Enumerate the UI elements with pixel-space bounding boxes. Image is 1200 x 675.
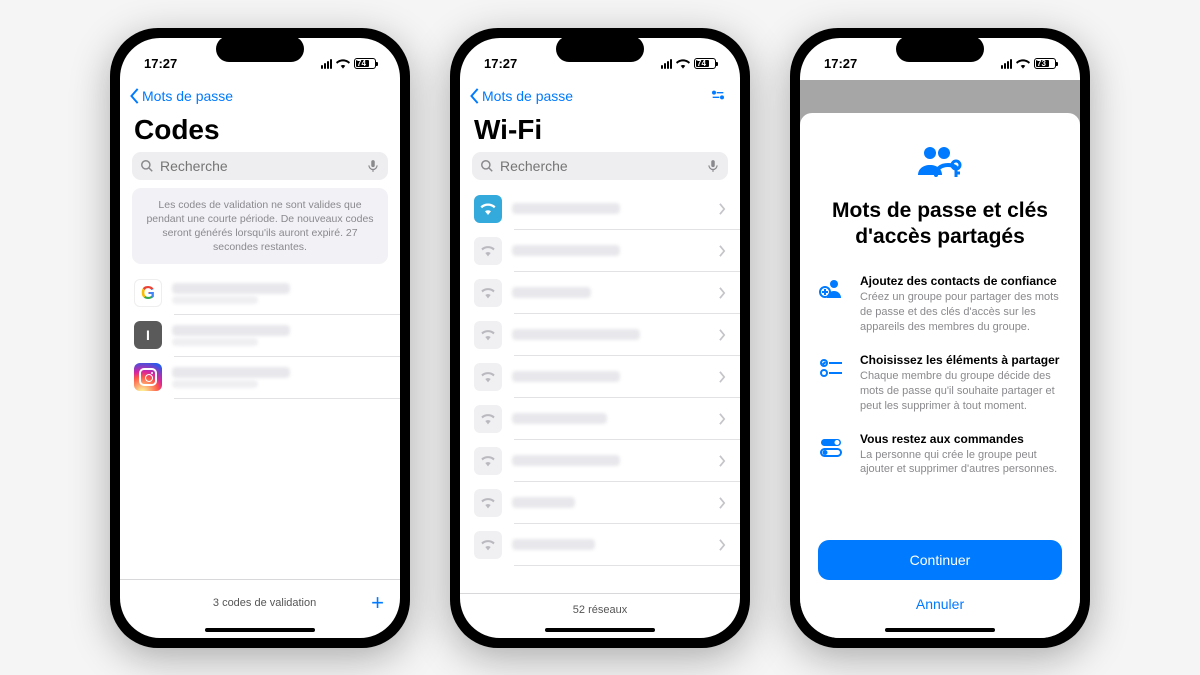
chevron-right-icon (719, 539, 726, 551)
search-bar[interactable] (472, 152, 728, 180)
wifi-network-icon (474, 237, 502, 265)
phone-codes: 17:27 74 Mots de passe Codes Les codes d (110, 28, 410, 648)
nav-bar: Mots de passe (460, 80, 740, 112)
search-icon (140, 159, 154, 173)
list-item[interactable] (460, 272, 740, 314)
chevron-left-icon (130, 88, 140, 104)
footer-text: 52 réseaux (476, 604, 724, 616)
wifi-active-icon (474, 195, 502, 223)
feature-heading: Ajoutez des contacts de confiance (860, 274, 1062, 288)
home-indicator[interactable] (205, 628, 315, 632)
toolbar: 52 réseaux (460, 593, 740, 626)
mic-icon[interactable] (366, 159, 380, 173)
feature-body: Chaque membre du groupe décide des mots … (860, 369, 1062, 414)
chevron-right-icon (719, 245, 726, 257)
battery-icon: 74 (694, 58, 716, 69)
mic-icon[interactable] (706, 159, 720, 173)
toggles-icon (818, 432, 846, 460)
footer-text: 3 codes de validation (158, 597, 371, 609)
wifi-network-icon (474, 489, 502, 517)
add-button[interactable]: + (371, 590, 384, 616)
list-item[interactable] (460, 230, 740, 272)
list-item[interactable] (120, 356, 400, 398)
chevron-right-icon (719, 203, 726, 215)
search-bar[interactable] (132, 152, 388, 180)
chevron-right-icon (719, 497, 726, 509)
notch (896, 36, 984, 62)
list-item[interactable] (460, 188, 740, 230)
status-time: 17:27 (144, 56, 177, 71)
cancel-button[interactable]: Annuler (818, 584, 1062, 624)
modal-sheet: Mots de passe et clés d'accès partagés A… (800, 113, 1080, 638)
cellular-icon (321, 59, 332, 69)
chevron-right-icon (719, 413, 726, 425)
chevron-right-icon (719, 329, 726, 341)
page-title: Wi-Fi (460, 112, 740, 152)
toolbar: 3 codes de validation + (120, 579, 400, 626)
feature-body: Créez un groupe pour partager des mots d… (860, 290, 1062, 335)
feature-row: Vous restez aux commandes La personne qu… (818, 432, 1062, 478)
shared-key-icon (818, 143, 1062, 184)
chevron-left-icon (470, 88, 480, 104)
wifi-list (460, 188, 740, 593)
chevron-right-icon (719, 287, 726, 299)
back-label: Mots de passe (482, 88, 573, 104)
back-label: Mots de passe (142, 88, 233, 104)
instagram-icon (134, 363, 162, 391)
app-icon: I (134, 321, 162, 349)
wifi-icon (676, 57, 690, 71)
wifi-network-icon (474, 279, 502, 307)
list-item[interactable] (460, 314, 740, 356)
cellular-icon (1001, 59, 1012, 69)
codes-list: G I (120, 272, 400, 578)
modal-backdrop: Mots de passe et clés d'accès partagés A… (800, 80, 1080, 638)
google-icon: G (134, 279, 162, 307)
back-button[interactable]: Mots de passe (130, 88, 233, 104)
checklist-icon (818, 353, 846, 381)
list-item[interactable] (460, 482, 740, 524)
info-box: Les codes de validation ne sont valides … (132, 188, 388, 265)
list-item[interactable]: G (120, 272, 400, 314)
list-item[interactable] (460, 398, 740, 440)
chevron-right-icon (719, 371, 726, 383)
phone-shared-modal: 17:27 73 (790, 28, 1090, 648)
modal-title: Mots de passe et clés d'accès partagés (818, 198, 1062, 251)
list-item[interactable] (460, 440, 740, 482)
list-item[interactable] (460, 524, 740, 566)
search-input[interactable] (160, 158, 360, 174)
battery-icon: 73 (1034, 58, 1056, 69)
status-time: 17:27 (484, 56, 517, 71)
notch (216, 36, 304, 62)
wifi-network-icon (474, 447, 502, 475)
feature-heading: Vous restez aux commandes (860, 432, 1062, 446)
wifi-icon (336, 57, 350, 71)
home-indicator[interactable] (545, 628, 655, 632)
battery-icon: 74 (354, 58, 376, 69)
cellular-icon (661, 59, 672, 69)
list-item[interactable]: I (120, 314, 400, 356)
notch (556, 36, 644, 62)
list-item[interactable] (460, 356, 740, 398)
wifi-network-icon (474, 363, 502, 391)
feature-body: La personne qui crée le groupe peut ajou… (860, 448, 1062, 478)
feature-row: Ajoutez des contacts de confiance Créez … (818, 274, 1062, 335)
search-input[interactable] (500, 158, 700, 174)
search-icon (480, 159, 494, 173)
status-time: 17:27 (824, 56, 857, 71)
home-indicator[interactable] (885, 628, 995, 632)
filter-icon[interactable] (710, 86, 730, 106)
wifi-network-icon (474, 321, 502, 349)
chevron-right-icon (719, 455, 726, 467)
feature-row: Choisissez les éléments à partager Chaqu… (818, 353, 1062, 414)
back-button[interactable]: Mots de passe (470, 88, 573, 104)
wifi-network-icon (474, 531, 502, 559)
feature-heading: Choisissez les éléments à partager (860, 353, 1062, 367)
nav-bar: Mots de passe (120, 80, 400, 112)
person-add-icon (818, 274, 846, 302)
page-title: Codes (120, 112, 400, 152)
wifi-network-icon (474, 405, 502, 433)
phone-wifi: 17:27 74 Mots de passe Wi-Fi (450, 28, 750, 648)
wifi-icon (1016, 57, 1030, 71)
continue-button[interactable]: Continuer (818, 540, 1062, 580)
